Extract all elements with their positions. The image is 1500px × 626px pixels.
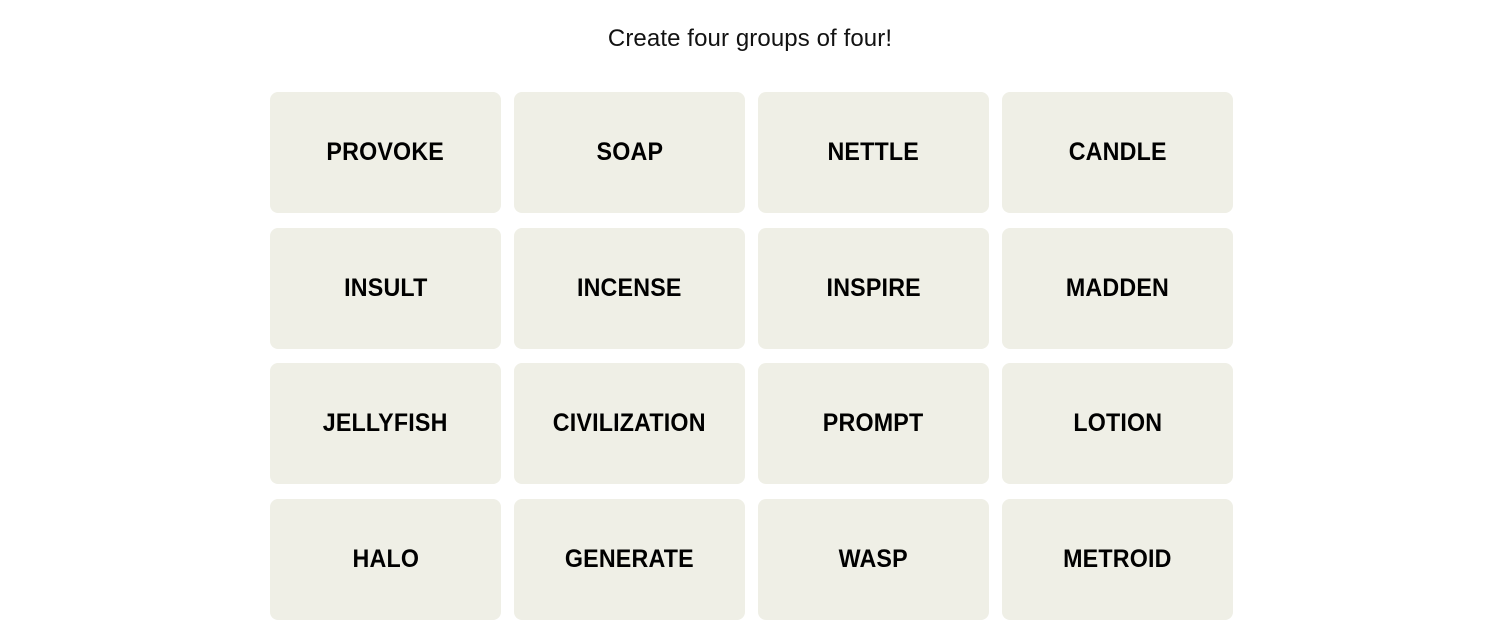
word-tile[interactable]: PROVOKE: [270, 92, 501, 213]
word-tile[interactable]: LOTION: [1002, 363, 1233, 484]
word-tile-label: PROVOKE: [326, 138, 445, 166]
word-tile-label: NETTLE: [827, 138, 920, 166]
word-tile[interactable]: INCENSE: [514, 227, 745, 349]
word-tile-label: INSULT: [343, 273, 428, 302]
word-tile-label: JELLYFISH: [323, 409, 448, 437]
word-tile-label: INCENSE: [577, 273, 682, 302]
word-tile-label: PROMPT: [823, 409, 924, 437]
word-tile[interactable]: WASP: [758, 498, 989, 620]
word-tile[interactable]: INSPIRE: [758, 227, 989, 349]
word-tile-label: CIVILIZATION: [553, 409, 706, 437]
word-tile-label: SOAP: [596, 138, 663, 166]
word-tile[interactable]: PROMPT: [758, 363, 989, 484]
word-tile-label: LOTION: [1073, 409, 1162, 437]
word-tile[interactable]: CANDLE: [1002, 92, 1233, 213]
word-tile[interactable]: HALO: [270, 498, 501, 620]
game-instruction: Create four groups of four!: [607, 25, 893, 52]
word-tile[interactable]: NETTLE: [758, 92, 989, 213]
word-tile-label: GENERATE: [565, 544, 694, 573]
word-tile[interactable]: GENERATE: [514, 498, 745, 620]
word-tile-label: MADDEN: [1065, 273, 1170, 302]
word-tile-label: CANDLE: [1068, 138, 1167, 166]
word-tile[interactable]: CIVILIZATION: [514, 363, 745, 484]
word-tile[interactable]: SOAP: [514, 92, 745, 213]
word-grid: PROVOKE SOAP NETTLE CANDLE INSULT INCENSE INSP…: [270, 92, 1233, 620]
connections-game-screen: Create four groups of four! PROVOKE SOAP N…: [0, 0, 1500, 626]
word-tile-label: HALO: [352, 544, 419, 573]
word-tile[interactable]: METROID: [1002, 498, 1233, 620]
word-tile[interactable]: JELLYFISH: [270, 363, 501, 484]
word-tile[interactable]: MADDEN: [1002, 227, 1233, 349]
word-tile-label: WASP: [838, 544, 909, 573]
word-tile-label: INSPIRE: [826, 273, 921, 302]
word-tile-label: METROID: [1063, 544, 1172, 573]
word-tile[interactable]: INSULT: [270, 227, 501, 349]
